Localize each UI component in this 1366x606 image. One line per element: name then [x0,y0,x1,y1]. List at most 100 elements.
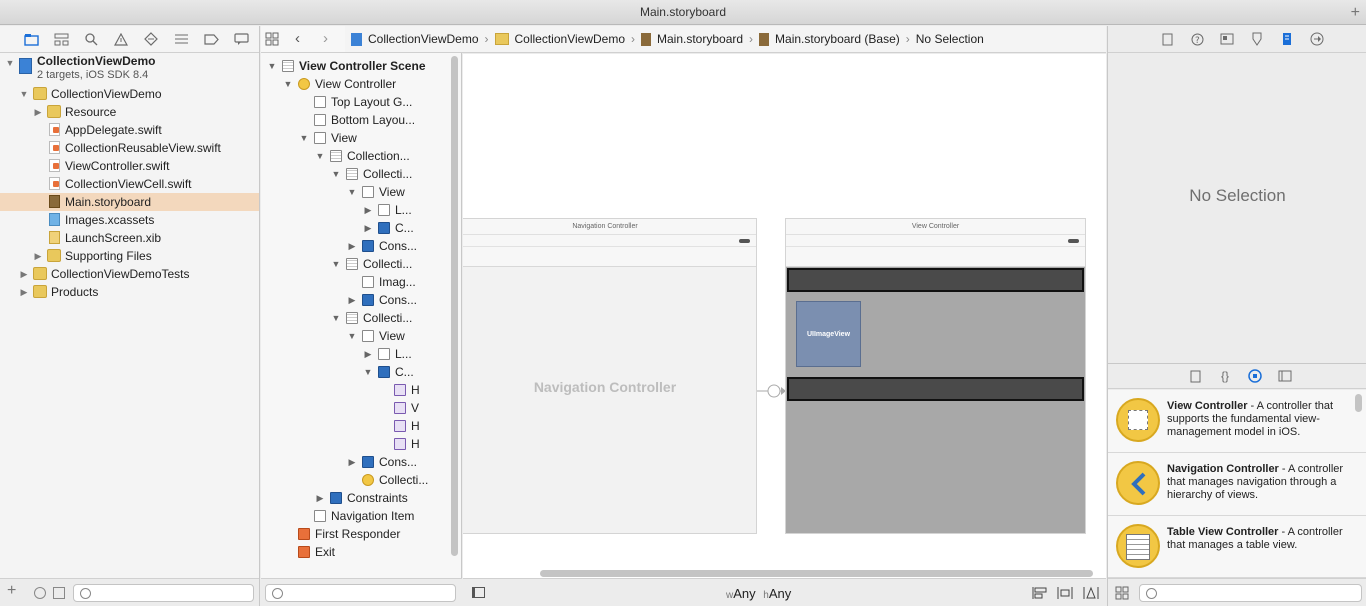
navigator-item[interactable]: CollectionReusableView.swift [0,139,259,157]
navigator-item[interactable]: ViewController.swift [0,157,259,175]
library-item-navigation-controller[interactable]: Navigation Controller - A controller tha… [1108,453,1366,516]
navigator-item[interactable]: Main.storyboard [0,193,259,211]
navigator-item[interactable]: ▶ Supporting Files [0,247,259,265]
disclosure-closed-icon[interactable]: ▶ [33,247,43,265]
outline-row[interactable]: ▼ View [261,129,446,147]
jumpbar-crumb-file[interactable]: Main.storyboard [657,32,743,46]
project-root[interactable]: ▼ CollectionViewDemo 2 targets, iOS SDK … [0,54,259,84]
add-file-icon[interactable]: + [7,582,16,600]
outline-row[interactable]: ▶ L... [261,345,446,363]
toggle-outline-icon[interactable] [472,587,485,598]
collection-header-view[interactable] [787,268,1084,292]
collection-footer-view[interactable] [787,377,1084,401]
help-icon[interactable]: ? [1182,29,1212,49]
disclosure-open-icon[interactable]: ▼ [347,183,357,201]
outline-row[interactable]: Collecti... [261,471,446,489]
jumpbar-crumb-group[interactable]: CollectionViewDemo [515,32,626,46]
navigator-item[interactable]: AppDelegate.swift [0,121,259,139]
disclosure-open-icon[interactable]: ▼ [299,129,309,147]
disclosure-open-icon[interactable]: ▼ [347,327,357,345]
add-tab-icon[interactable]: + [1351,0,1360,25]
storyboard-canvas[interactable]: Navigation Controller Navigation Control… [463,54,1106,578]
disclosure-open-icon[interactable]: ▼ [283,75,293,93]
file-template-icon[interactable] [1180,366,1210,386]
outline-row[interactable]: ▶ C... [261,219,446,237]
disclosure-open-icon[interactable]: ▼ [5,54,15,72]
back-arrow-icon[interactable]: ‹ [295,30,300,47]
library-item-view-controller[interactable]: View Controller - A controller that supp… [1108,390,1366,453]
outline-row[interactable]: ▶ L... [261,201,446,219]
breakpoint-icon[interactable] [196,29,226,49]
outline-row[interactable]: ▶ Cons... [261,291,446,309]
folder-icon[interactable] [16,29,46,49]
disclosure-closed-icon[interactable]: ▶ [19,283,29,301]
object-library-icon[interactable] [1240,366,1270,386]
outline-row[interactable]: H [261,381,446,399]
navigation-controller-scene[interactable]: Navigation Controller Navigation Control… [463,218,757,534]
jumpbar-crumb-project[interactable]: CollectionViewDemo [368,32,479,46]
disclosure-closed-icon[interactable]: ▶ [19,265,29,283]
log-icon[interactable] [226,29,256,49]
outline-filter-input[interactable] [265,584,456,602]
forward-arrow-icon[interactable]: › [323,30,328,47]
media-library-icon[interactable] [1270,366,1300,386]
debug-icon[interactable] [166,29,196,49]
disclosure-closed-icon[interactable]: ▶ [347,237,357,255]
pin-icon[interactable] [1057,586,1073,603]
view-controller-scene[interactable]: View Controller UIImageView [785,218,1086,534]
outline-row[interactable]: ▼ View [261,327,446,345]
navigator-filter-input[interactable] [73,584,254,602]
outline-row[interactable]: ▼ View Controller [261,75,446,93]
recent-files-icon[interactable] [34,587,46,599]
warning-icon[interactable] [106,29,136,49]
outline-row[interactable]: ▼ Collecti... [261,165,446,183]
outline-row[interactable]: Navigation Item [261,507,446,525]
resolve-issues-icon[interactable] [1083,586,1099,603]
disclosure-closed-icon[interactable]: ▶ [363,201,373,219]
disclosure-closed-icon[interactable]: ▶ [33,103,43,121]
disclosure-open-icon[interactable]: ▼ [363,363,373,381]
connections-icon[interactable] [1302,29,1332,49]
outline-row[interactable]: Exit [261,543,446,561]
outline-row[interactable]: H [261,417,446,435]
outline-row[interactable]: Imag... [261,273,446,291]
jumpbar-crumb-selection[interactable]: No Selection [916,32,984,46]
navigator-item[interactable]: ▶ Products [0,283,259,301]
outline-row[interactable]: Top Layout G... [261,93,446,111]
hierarchy-icon[interactable] [46,29,76,49]
outline-row[interactable]: ▼ Collecti... [261,255,446,273]
disclosure-closed-icon[interactable]: ▶ [363,345,373,363]
segue-arrow-icon[interactable] [757,384,787,401]
search-icon[interactable] [76,29,106,49]
outline-scrollbar[interactable] [451,56,458,556]
disclosure-open-icon[interactable]: ▼ [19,85,29,103]
navigator-item[interactable]: ▶ CollectionViewDemoTests [0,265,259,283]
align-icon[interactable] [1032,586,1048,603]
outline-row[interactable]: ▼ Collecti... [261,309,446,327]
disclosure-open-icon[interactable]: ▼ [331,165,341,183]
canvas-scrollbar[interactable] [540,570,1093,577]
outline-row[interactable]: ▼ Collection... [261,147,446,165]
related-items-icon[interactable] [265,32,279,49]
outline-row[interactable]: ▼ View [261,183,446,201]
navigator-item[interactable]: ▼ CollectionViewDemo [0,85,259,103]
outline-row[interactable]: ▶ Cons... [261,237,446,255]
library-item-table-view-controller[interactable]: Table View Controller - A controller tha… [1108,516,1366,578]
jumpbar-crumb-base[interactable]: Main.storyboard (Base) [775,32,900,46]
size-class-selector[interactable]: wAny hAny [726,586,791,601]
library-scrollbar[interactable] [1355,394,1362,412]
outline-row[interactable]: ▶ Cons... [261,453,446,471]
attributes-icon[interactable] [1242,29,1272,49]
outline-row[interactable]: ▼ C... [261,363,446,381]
scm-filter-icon[interactable] [53,587,65,599]
disclosure-closed-icon[interactable]: ▶ [363,219,373,237]
disclosure-closed-icon[interactable]: ▶ [315,489,325,507]
identity-icon[interactable] [1212,29,1242,49]
outline-row[interactable]: V [261,399,446,417]
outline-row[interactable]: ▼ View Controller Scene [261,57,446,75]
size-icon[interactable] [1272,29,1302,49]
file-icon[interactable] [1152,29,1182,49]
disclosure-open-icon[interactable]: ▼ [315,147,325,165]
navigator-item[interactable]: ▶ Resource [0,103,259,121]
disclosure-closed-icon[interactable]: ▶ [347,453,357,471]
